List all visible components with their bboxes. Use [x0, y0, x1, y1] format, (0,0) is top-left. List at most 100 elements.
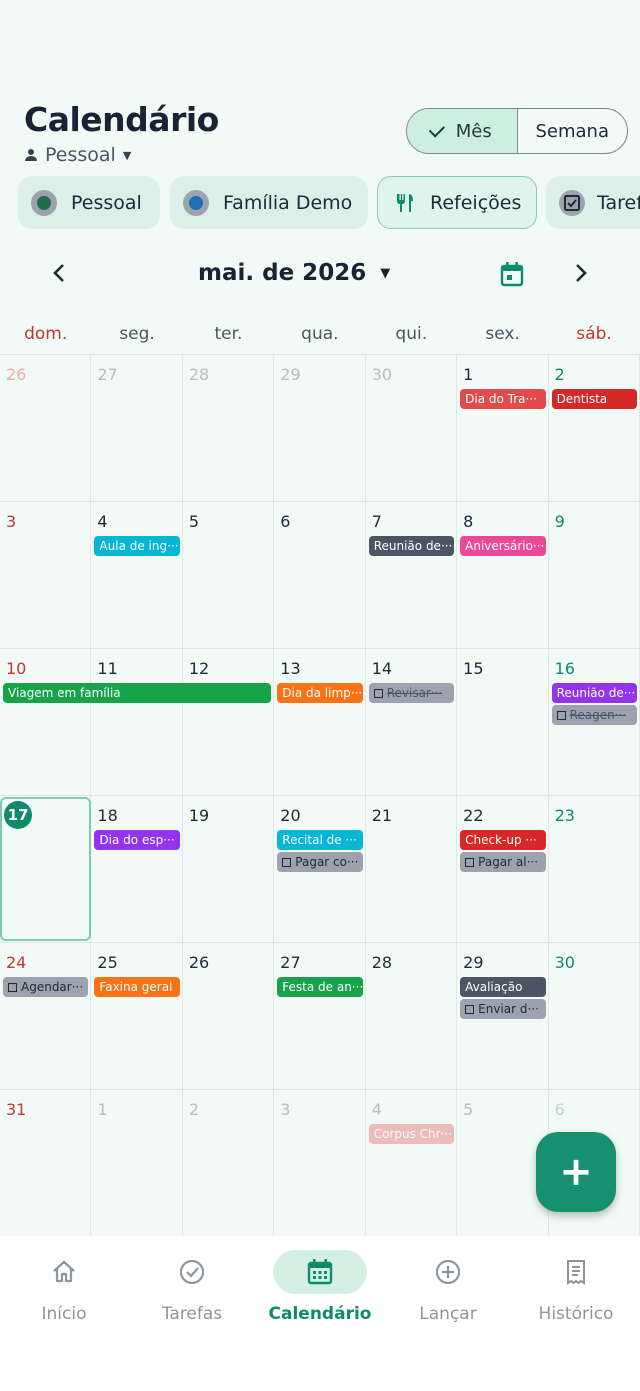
day-cell[interactable]: 28 — [365, 942, 458, 1089]
event-label: Revisar··· — [386, 686, 443, 700]
event-label: Reunião de··· — [556, 686, 636, 700]
event-chip[interactable]: Reunião de··· — [551, 683, 637, 703]
day-cell[interactable]: 15 — [457, 648, 549, 795]
month-grid: 2627282930123456789101112131415161718192… — [0, 354, 640, 1236]
day-cell[interactable]: 8 — [457, 501, 549, 648]
day-cell[interactable]: 2 — [182, 1089, 275, 1236]
day-cell[interactable]: 7 — [365, 501, 458, 648]
day-number: 18 — [97, 806, 118, 825]
view-toggle: Mês Semana — [406, 108, 628, 154]
day-cell[interactable]: 30 — [365, 354, 458, 501]
person-icon — [25, 149, 37, 161]
day-number: 26 — [188, 953, 210, 972]
event-chip[interactable]: Faxina geral — [94, 977, 180, 997]
weekday-label: qui. — [395, 324, 428, 344]
day-cell[interactable]: 21 — [365, 795, 458, 942]
event-chip[interactable]: Reunião de··· — [368, 536, 455, 556]
day-cell[interactable]: 30 — [548, 942, 640, 1089]
filter-chip-3[interactable]: Tarefas — [546, 176, 640, 229]
day-cell[interactable]: 1 — [91, 1089, 183, 1236]
day-cell[interactable]: 27 — [91, 354, 183, 501]
chevron-right-icon — [576, 264, 587, 282]
day-number: 29 — [463, 953, 484, 972]
day-cell[interactable]: 18 — [91, 795, 183, 942]
day-cell[interactable]: 26 — [0, 354, 92, 501]
day-number: 1 — [97, 1100, 108, 1119]
event-chip[interactable]: Aniversário··· — [460, 536, 546, 556]
nav-tab-2[interactable]: Calendário — [256, 1250, 384, 1324]
day-cell[interactable]: 29 — [274, 354, 366, 501]
event-chip[interactable]: Corpus Chr··· — [368, 1124, 455, 1144]
day-number: 3 — [280, 1100, 291, 1119]
day-cell[interactable]: 2 — [548, 354, 640, 501]
filter-chip-2[interactable]: Refeições — [377, 176, 537, 229]
nav-tab-1[interactable]: Tarefas — [128, 1250, 256, 1324]
today-badge: 17 — [4, 801, 32, 829]
event-chip[interactable]: Dia do Tra··· — [460, 389, 546, 409]
event-chip[interactable]: Avaliação — [460, 977, 546, 997]
day-cell[interactable]: 9 — [548, 501, 640, 648]
event-chip[interactable]: Check-up ··· — [460, 830, 546, 850]
profile-selector[interactable]: Pessoal ▼ — [24, 144, 131, 166]
page-title: Calendário — [24, 100, 219, 139]
event-chip[interactable]: Dia da limp··· — [277, 683, 363, 703]
month-selector[interactable]: mai. de 2026 ▼ — [198, 260, 390, 286]
nav-tab-3[interactable]: Lançar — [384, 1250, 512, 1324]
event-chip[interactable]: Dentista — [551, 389, 637, 409]
task-chip[interactable]: Pagar al··· — [460, 852, 546, 872]
week-view-button[interactable]: Semana — [518, 109, 628, 153]
event-label: Agendar··· — [21, 980, 84, 994]
day-cell[interactable]: 14 — [365, 648, 458, 795]
add-event-button[interactable]: + — [536, 1132, 616, 1212]
event-chip[interactable]: Aula de ing··· — [94, 536, 180, 556]
day-cell[interactable]: 13 — [274, 648, 366, 795]
filter-chip-1[interactable]: Família Demo — [170, 176, 368, 229]
month-view-button[interactable]: Mês — [407, 109, 518, 153]
day-cell[interactable]: 5 — [182, 501, 275, 648]
previous-month-button[interactable] — [44, 258, 74, 288]
day-cell[interactable]: 11 — [91, 648, 183, 795]
day-number: 22 — [463, 806, 484, 825]
day-cell[interactable]: 10 — [0, 648, 92, 795]
day-cell[interactable]: 23 — [548, 795, 640, 942]
calendar-today-icon — [500, 262, 524, 287]
task-chip[interactable]: Reagen··· — [551, 705, 637, 725]
task-chip[interactable]: Agendar··· — [3, 977, 89, 997]
circle-check-icon — [183, 189, 209, 216]
day-cell[interactable]: 19 — [182, 795, 275, 942]
day-cell[interactable]: 4 — [365, 1089, 458, 1236]
task-chip[interactable]: Pagar co··· — [277, 852, 363, 872]
event-label: Pagar al··· — [478, 855, 539, 869]
day-cell[interactable]: 31 — [0, 1089, 92, 1236]
day-cell[interactable]: 28 — [182, 354, 275, 501]
day-cell[interactable]: 25 — [91, 942, 183, 1089]
today-button[interactable] — [498, 260, 526, 288]
event-chip[interactable]: Recital de ··· — [277, 830, 363, 850]
day-number: 21 — [371, 806, 393, 825]
nav-tab-4[interactable]: Histórico — [512, 1250, 640, 1324]
nav-tab-label: Histórico — [538, 1304, 614, 1324]
nav-tab-0[interactable]: Início — [0, 1250, 128, 1324]
next-month-button[interactable] — [566, 258, 596, 288]
event-chip[interactable]: Festa de an··· — [277, 977, 363, 997]
day-cell[interactable]: 3 — [0, 501, 92, 648]
event-chip[interactable]: Viagem em família — [3, 683, 272, 703]
filter-chip-0[interactable]: Pessoal — [18, 176, 160, 229]
circle-check-icon — [31, 189, 57, 216]
task-chip[interactable]: Enviar d··· — [460, 999, 546, 1019]
day-cell[interactable]: 4 — [91, 501, 183, 648]
task-chip[interactable]: Revisar··· — [368, 683, 455, 703]
day-cell[interactable]: 1 — [457, 354, 549, 501]
day-cell[interactable]: 12 — [182, 648, 275, 795]
day-cell[interactable]: 24 — [0, 942, 92, 1089]
weekday-header: dom. seg. ter. qua. qui. sex. sáb. — [0, 324, 640, 344]
day-number: 5 — [463, 1100, 474, 1119]
event-chip[interactable]: Dia do esp··· — [94, 830, 180, 850]
day-cell[interactable]: 3 — [274, 1089, 366, 1236]
day-cell[interactable]: 26 — [182, 942, 275, 1089]
day-cell[interactable]: 6 — [274, 501, 366, 648]
nav-tab-label: Calendário — [268, 1304, 372, 1324]
day-cell[interactable]: 5 — [457, 1089, 549, 1236]
event-label: Enviar d··· — [478, 1002, 539, 1016]
day-cell[interactable]: 27 — [274, 942, 366, 1089]
